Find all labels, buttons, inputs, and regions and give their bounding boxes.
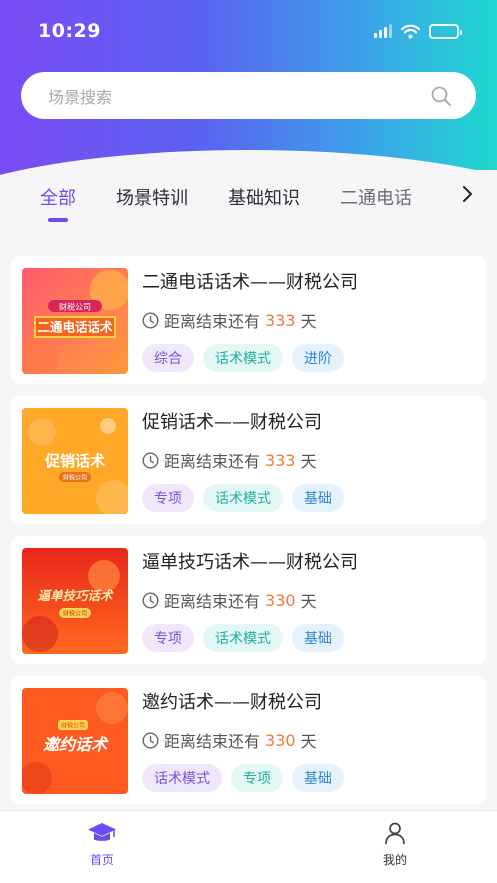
- deadline-unit: 天: [300, 312, 317, 331]
- scenario-thumbnail: 财税公司 二通电话话术: [22, 268, 128, 374]
- deadline-prefix: 距离结束还有: [164, 592, 261, 611]
- deadline-row: 距离结束还有 330 天: [142, 728, 317, 752]
- scenario-card[interactable]: 逼单技巧话术 财税公司 逼单技巧话术——财税公司 距离结束还有 330 天 专项…: [11, 536, 486, 664]
- scenario-card[interactable]: 财税公司 二通电话话术 二通电话话术——财税公司 距离结束还有 333 天 综合…: [11, 256, 486, 384]
- tab-label: 全部: [40, 188, 76, 209]
- scenario-card[interactable]: 财税公司 邀约话术 邀约话术——财税公司 距离结束还有 330 天 话术模式 专…: [11, 676, 486, 804]
- status-bar: 10:29: [0, 0, 497, 62]
- deadline-days: 333: [265, 450, 296, 470]
- deadline-row: 距离结束还有 330 天: [142, 588, 317, 612]
- tag-list: 专项 话术模式 基础: [142, 624, 344, 652]
- tab-scene-training[interactable]: 场景特训: [116, 170, 188, 210]
- active-tab-indicator: [48, 218, 68, 222]
- scenario-list: 财税公司 二通电话话术 二通电话话术——财税公司 距离结束还有 333 天 综合…: [11, 256, 486, 816]
- thumb-badge-text: 财税公司: [61, 722, 85, 730]
- scenario-title: 邀约话术——财税公司: [142, 692, 322, 713]
- thumb-title-text: 促销话术: [44, 452, 105, 470]
- tag-mode: 话术模式: [203, 624, 283, 652]
- scenario-thumbnail: 财税公司 邀约话术: [22, 688, 128, 794]
- clock-icon: [142, 451, 159, 469]
- bottom-nav: 首页 我的: [0, 810, 497, 883]
- battery-icon: [429, 23, 462, 39]
- scenario-title: 二通电话话术——财税公司: [142, 272, 358, 293]
- tag-mode: 话术模式: [203, 344, 283, 372]
- tag-level: 进阶: [292, 344, 344, 372]
- search-placeholder: 场景搜索: [48, 87, 113, 107]
- tag-mode: 话术模式: [203, 484, 283, 512]
- thumb-badge-text: 财税公司: [59, 302, 91, 312]
- nav-mine[interactable]: 我的: [373, 811, 417, 883]
- deadline-unit: 天: [300, 592, 317, 611]
- scenario-thumbnail: 逼单技巧话术 财税公司: [22, 548, 128, 654]
- tab-label: 基础知识: [228, 188, 300, 209]
- search-input[interactable]: 场景搜索: [21, 72, 476, 119]
- deadline-prefix: 距离结束还有: [164, 452, 261, 471]
- nav-mine-label: 我的: [382, 853, 407, 867]
- scenario-thumbnail: 促销话术 财税公司: [22, 408, 128, 514]
- thumb-title-text: 二通电话话术: [37, 320, 113, 335]
- tag-level: 基础: [292, 764, 344, 792]
- status-time: 10:29: [38, 20, 101, 42]
- search-icon[interactable]: [430, 85, 452, 107]
- tab-label: 二通电话: [340, 188, 412, 209]
- tag-category: 专项: [142, 484, 194, 512]
- deadline-days: 330: [265, 590, 296, 610]
- scenario-title: 逼单技巧话术——财税公司: [142, 552, 358, 573]
- thumb-title-text: 邀约话术: [43, 735, 109, 754]
- deadline-row: 距离结束还有 333 天: [142, 308, 317, 332]
- thumb-badge-text: 财税公司: [63, 610, 87, 618]
- scenario-card[interactable]: 促销话术 财税公司 促销话术——财税公司 距离结束还有 333 天 专项 话术模…: [11, 396, 486, 524]
- tabs-more-button[interactable]: [457, 182, 477, 206]
- tab-basic-knowledge[interactable]: 基础知识: [228, 170, 300, 210]
- deadline-prefix: 距离结束还有: [164, 732, 261, 751]
- tab-label: 场景特训: [116, 188, 188, 209]
- nav-home-label: 首页: [89, 853, 114, 867]
- clock-icon: [142, 591, 159, 609]
- tag-list: 专项 话术模式 基础: [142, 484, 344, 512]
- deadline-unit: 天: [300, 732, 317, 751]
- person-icon: [385, 822, 405, 845]
- tag-mode: 话术模式: [142, 764, 222, 792]
- chevron-right-icon: [463, 186, 472, 202]
- graduation-cap-icon: [88, 823, 116, 841]
- tab-second-call[interactable]: 二通电话: [340, 170, 412, 210]
- scenario-title: 促销话术——财税公司: [142, 412, 322, 433]
- tag-category: 专项: [231, 764, 283, 792]
- tag-level: 基础: [292, 624, 344, 652]
- deadline-row: 距离结束还有 333 天: [142, 448, 317, 472]
- tag-level: 基础: [292, 484, 344, 512]
- thumb-title-text: 逼单技巧话术: [37, 588, 114, 603]
- nav-home[interactable]: 首页: [80, 811, 124, 883]
- clock-icon: [142, 311, 159, 329]
- tag-category: 综合: [142, 344, 194, 372]
- signal-icon: [374, 24, 392, 38]
- clock-icon: [142, 731, 159, 749]
- wifi-icon: [401, 24, 420, 38]
- deadline-days: 333: [265, 310, 296, 330]
- tab-all[interactable]: 全部: [40, 170, 76, 222]
- deadline-unit: 天: [300, 452, 317, 471]
- tag-list: 综合 话术模式 进阶: [142, 344, 344, 372]
- deadline-prefix: 距离结束还有: [164, 312, 261, 331]
- tag-category: 专项: [142, 624, 194, 652]
- deadline-days: 330: [265, 730, 296, 750]
- status-icons: [374, 23, 462, 39]
- tag-list: 话术模式 专项 基础: [142, 764, 344, 792]
- thumb-badge-text: 财税公司: [63, 474, 87, 482]
